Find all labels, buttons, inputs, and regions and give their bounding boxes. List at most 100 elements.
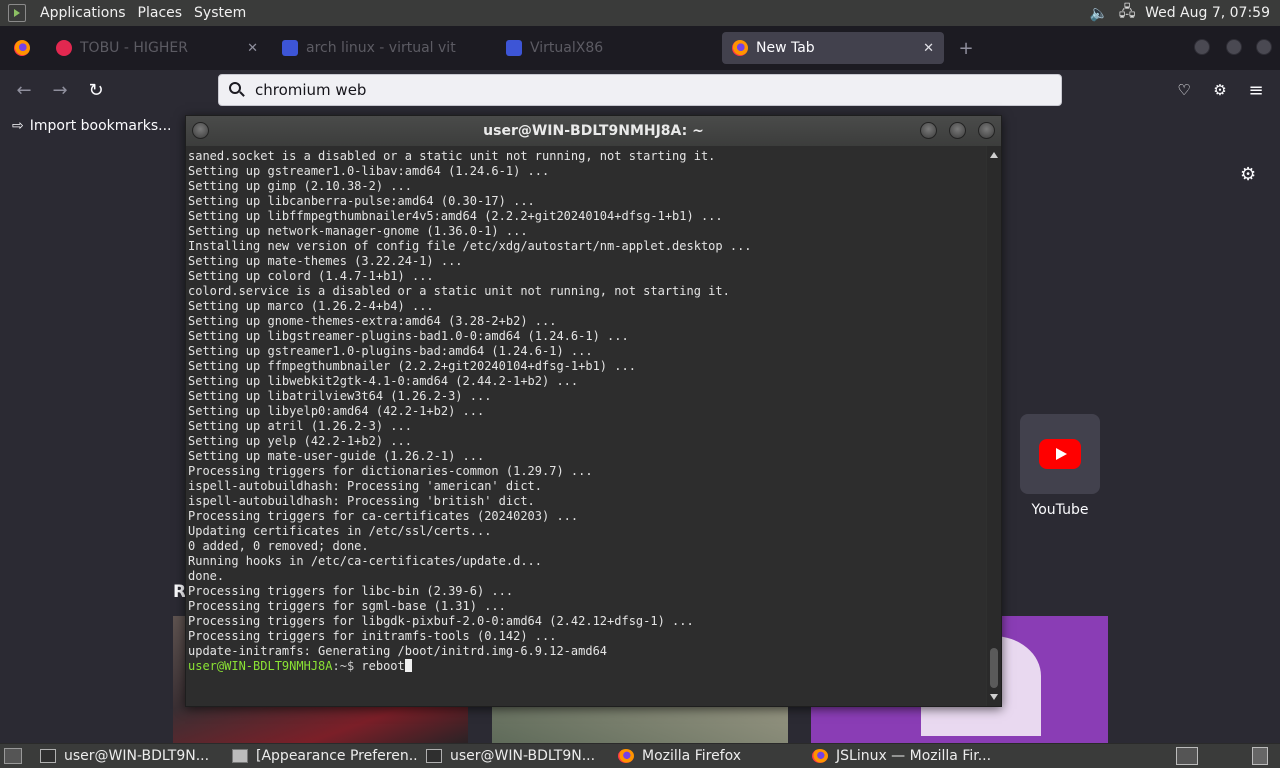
- tab-title: New Tab: [756, 40, 815, 56]
- terminal-line: Setting up yelp (42.2-1+b2) ...: [188, 434, 412, 448]
- taskbar-item[interactable]: user@WIN-BDLT9N...: [36, 745, 224, 767]
- volume-icon[interactable]: 🔈: [1089, 4, 1109, 22]
- terminal-line: Setting up libatrilview3t64 (1.26.2-3) .…: [188, 389, 492, 403]
- panel-tray: 🔈 🖧 Wed Aug 7, 07:59: [1089, 2, 1280, 23]
- tab-bar: TOBU - HIGHER ✕ arch linux - virtual vit…: [0, 26, 1280, 70]
- terminal-line: Updating certificates in /etc/ssl/certs.…: [188, 524, 492, 538]
- maximize-button[interactable]: [1226, 39, 1242, 55]
- youtube-icon: [1039, 439, 1081, 469]
- url-bar[interactable]: [218, 74, 1062, 106]
- workspace-switcher[interactable]: [1176, 747, 1198, 765]
- prompt-path: :~$: [332, 659, 355, 673]
- terminal-line: Setting up mate-user-guide (1.26.2-1) ..…: [188, 449, 485, 463]
- terminal-output[interactable]: saned.socket is a disabled or a static u…: [186, 146, 986, 706]
- shortcut-tile-youtube[interactable]: [1020, 414, 1100, 494]
- show-desktop-button[interactable]: [4, 748, 22, 764]
- new-tab-plus-icon[interactable]: +: [954, 36, 978, 60]
- terminal-line: Processing triggers for ca-certificates …: [188, 509, 579, 523]
- tab-title: arch linux - virtual vit: [306, 40, 456, 56]
- close-window-button[interactable]: [978, 122, 995, 139]
- taskbar-item[interactable]: [Appearance Preferen...: [228, 745, 418, 767]
- app-menu-icon[interactable]: ≡: [1244, 78, 1268, 102]
- search-icon: [229, 82, 245, 98]
- terminal-line: Setting up colord (1.4.7-1+b1) ...: [188, 269, 434, 283]
- taskbar-item[interactable]: JSLinux — Mozilla Fir...: [808, 745, 1008, 767]
- clock[interactable]: Wed Aug 7, 07:59: [1145, 5, 1270, 21]
- extensions-icon[interactable]: ⚙: [1208, 78, 1232, 102]
- menu-applications[interactable]: Applications: [34, 5, 132, 21]
- tab-tobu[interactable]: TOBU - HIGHER ✕: [46, 32, 268, 64]
- trash-icon[interactable]: [1252, 747, 1268, 765]
- tab-arch-linux[interactable]: arch linux - virtual vit: [272, 32, 496, 64]
- terminal-line: Setting up atril (1.26.2-3) ...: [188, 419, 412, 433]
- terminal-title: user@WIN-BDLT9NMHJ8A: ~: [483, 123, 704, 139]
- import-bookmarks-button[interactable]: Import bookmarks...: [30, 118, 172, 134]
- scroll-up-arrow-icon[interactable]: [990, 152, 998, 158]
- tab-virtualx86[interactable]: VirtualX86: [496, 32, 718, 64]
- terminal-line: Setting up libffmpegthumbnailer4v5:amd64…: [188, 209, 723, 223]
- text-cursor: [404, 659, 412, 672]
- preferences-icon: [232, 749, 248, 763]
- reload-icon[interactable]: ↻: [84, 78, 108, 102]
- terminal-line: saned.socket is a disabled or a static u…: [188, 149, 716, 163]
- tab-new-tab[interactable]: New Tab ✕: [722, 32, 944, 64]
- prompt-user-host: user@WIN-BDLT9NMHJ8A: [188, 659, 333, 673]
- firefox-icon: [618, 749, 634, 763]
- mate-menu-icon[interactable]: [8, 4, 26, 22]
- terminal-line: update-initramfs: Generating /boot/initr…: [188, 644, 608, 658]
- terminal-line: done.: [188, 569, 225, 583]
- window-menu-button[interactable]: [192, 122, 209, 139]
- bottom-panel: user@WIN-BDLT9N... [Appearance Preferen.…: [0, 743, 1280, 768]
- url-input[interactable]: [255, 81, 1035, 99]
- import-icon: ⇨: [12, 118, 24, 134]
- terminal-line: ispell-autobuildhash: Processing 'britis…: [188, 494, 535, 508]
- virtualbox-icon: [282, 40, 298, 56]
- terminal-line: Processing triggers for libgdk-pixbuf-2.…: [188, 614, 694, 628]
- terminal-icon: [40, 749, 56, 763]
- close-icon[interactable]: ✕: [247, 41, 258, 56]
- terminal-scrollbar[interactable]: [987, 146, 1001, 706]
- taskbar-item-label: [Appearance Preferen...: [256, 748, 418, 764]
- menu-places[interactable]: Places: [132, 5, 189, 21]
- network-icon[interactable]: 🖧: [1117, 2, 1137, 22]
- maximize-button[interactable]: [949, 122, 966, 139]
- forward-arrow-icon[interactable]: →: [48, 78, 72, 102]
- desktop: Applications Places System 🔈 🖧 Wed Aug 7…: [0, 0, 1280, 768]
- shortcut-label[interactable]: YouTube: [1000, 502, 1120, 518]
- virtualbox-icon: [506, 40, 522, 56]
- terminal-line: Setting up libgstreamer-plugins-bad1.0-0…: [188, 329, 629, 343]
- terminal-line: Setting up gnome-themes-extra:amd64 (3.2…: [188, 314, 557, 328]
- music-icon: [56, 40, 72, 56]
- close-icon[interactable]: ✕: [923, 41, 934, 56]
- scroll-down-arrow-icon[interactable]: [990, 694, 998, 700]
- back-arrow-icon[interactable]: ←: [12, 78, 36, 102]
- terminal-line: Processing triggers for dictionaries-com…: [188, 464, 593, 478]
- firefox-view-button[interactable]: [4, 32, 34, 64]
- terminal-window[interactable]: user@WIN-BDLT9NMHJ8A: ~ saned.socket is …: [185, 115, 1002, 707]
- taskbar-item[interactable]: user@WIN-BDLT9N...: [422, 745, 610, 767]
- minimize-button[interactable]: [1194, 39, 1210, 55]
- terminal-line: Setting up libcanberra-pulse:amd64 (0.30…: [188, 194, 535, 208]
- close-window-button[interactable]: [1256, 39, 1272, 55]
- terminal-titlebar[interactable]: user@WIN-BDLT9NMHJ8A: ~: [186, 116, 1001, 146]
- firefox-icon: [812, 749, 828, 763]
- scrollbar-thumb[interactable]: [990, 648, 998, 688]
- tab-title: VirtualX86: [530, 40, 604, 56]
- top-panel: Applications Places System 🔈 🖧 Wed Aug 7…: [0, 0, 1280, 26]
- terminal-line: Setting up gstreamer1.0-plugins-bad:amd6…: [188, 344, 593, 358]
- taskbar-item-label: user@WIN-BDLT9N...: [450, 748, 596, 764]
- menu-system[interactable]: System: [188, 5, 252, 21]
- terminal-line: Processing triggers for sgml-base (1.31)…: [188, 599, 506, 613]
- taskbar-item[interactable]: Mozilla Firefox: [614, 745, 802, 767]
- terminal-line: Processing triggers for initramfs-tools …: [188, 629, 557, 643]
- terminal-line: Processing triggers for libc-bin (2.39-6…: [188, 584, 514, 598]
- terminal-line: Setting up marco (1.26.2-4+b4) ...: [188, 299, 434, 313]
- terminal-prompt-line[interactable]: user@WIN-BDLT9NMHJ8A:~$ reboot: [188, 659, 986, 674]
- terminal-line: colord.service is a disabled or a static…: [188, 284, 730, 298]
- minimize-button[interactable]: [920, 122, 937, 139]
- pocket-icon[interactable]: ♡: [1172, 78, 1196, 102]
- nav-toolbar: ← → ↻ ♡ ⚙ ≡: [0, 70, 1280, 110]
- taskbar-item-label: JSLinux — Mozilla Fir...: [836, 748, 992, 764]
- gear-icon[interactable]: ⚙: [1240, 164, 1256, 185]
- terminal-line: ispell-autobuildhash: Processing 'americ…: [188, 479, 543, 493]
